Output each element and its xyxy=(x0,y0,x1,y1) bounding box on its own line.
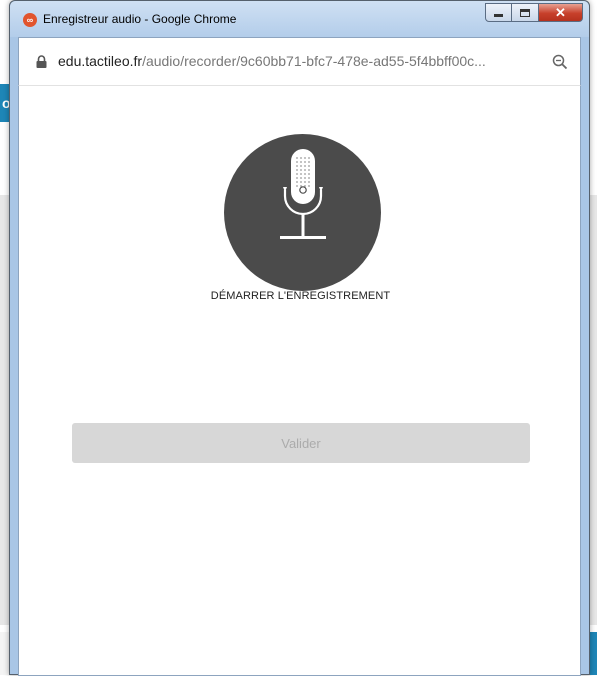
start-recording-label[interactable]: DÉMARRER L'ENREGISTREMENT xyxy=(19,290,582,302)
maximize-icon xyxy=(520,8,530,17)
url-path: /audio/recorder/9c60bb71-bfc7-478e-ad55-… xyxy=(142,53,486,69)
maximize-button[interactable] xyxy=(512,3,539,22)
close-button[interactable]: ✕ xyxy=(539,3,583,22)
close-icon: ✕ xyxy=(555,4,566,20)
minimize-icon xyxy=(494,14,503,17)
url-text[interactable]: edu.tactileo.fr/audio/recorder/9c60bb71-… xyxy=(58,53,486,69)
record-button[interactable] xyxy=(224,134,381,291)
chrome-app-icon: ∞ xyxy=(23,13,37,27)
window-titlebar[interactable]: ∞ Enregistreur audio - Google Chrome ✕ xyxy=(10,1,589,37)
window-title: Enregistreur audio - Google Chrome xyxy=(43,12,237,26)
recorder-page: DÉMARRER L'ENREGISTREMENT Valider xyxy=(18,85,581,676)
lock-icon xyxy=(36,55,47,68)
zoom-icon[interactable] xyxy=(552,54,568,70)
minimize-button[interactable] xyxy=(485,3,512,22)
microphone-icon xyxy=(280,149,326,239)
popup-window: ∞ Enregistreur audio - Google Chrome ✕ e… xyxy=(9,0,590,676)
address-bar[interactable]: edu.tactileo.fr/audio/recorder/9c60bb71-… xyxy=(18,37,581,85)
url-host: edu.tactileo.fr xyxy=(58,53,143,69)
window-controls: ✕ xyxy=(485,3,583,23)
validate-button[interactable]: Valider xyxy=(72,423,530,463)
